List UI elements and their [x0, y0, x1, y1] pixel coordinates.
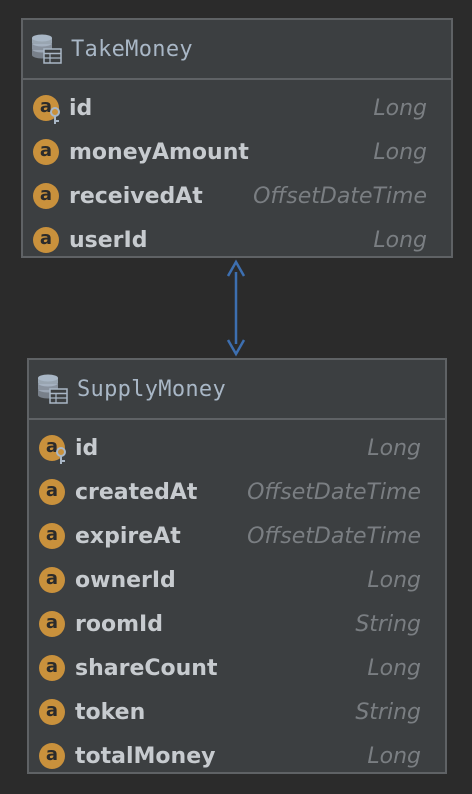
key-icon: [54, 447, 68, 465]
field-row[interactable]: a expireAt OffsetDateTime: [29, 514, 445, 558]
field-icon: a: [39, 699, 65, 725]
relation-arrow-up: [226, 259, 246, 277]
relation-arrow-down: [226, 339, 246, 357]
field-name: ownerId: [75, 567, 176, 593]
entity-supplymoney[interactable]: SupplyMoney a id Long a createdAt OffsetDateT…: [27, 358, 447, 774]
field-icon: a: [39, 567, 65, 593]
entity-takemoney[interactable]: TakeMoney a id Long a moneyAmount Long a receiv…: [21, 18, 453, 258]
field-name: totalMoney: [75, 743, 216, 769]
field-name: expireAt: [75, 523, 181, 549]
field-type: OffsetDateTime: [247, 523, 421, 549]
field-row[interactable]: a createdAt OffsetDateTime: [29, 470, 445, 514]
field-icon-letter: a: [39, 139, 53, 161]
field-icon: a: [33, 139, 59, 165]
field-icon-letter: a: [45, 655, 59, 677]
field-row[interactable]: a totalMoney Long: [29, 734, 445, 778]
field-list: a id Long a moneyAmount Long a receivedAt Offset…: [23, 80, 451, 262]
field-row[interactable]: a userId Long: [23, 218, 451, 262]
field-type: Long: [367, 655, 421, 681]
field-row[interactable]: a roomId String: [29, 602, 445, 646]
field-icon-letter: a: [45, 523, 59, 545]
field-type: OffsetDateTime: [247, 479, 421, 505]
field-name: id: [69, 95, 93, 121]
field-type: Long: [367, 743, 421, 769]
field-type: Long: [373, 95, 427, 121]
field-row[interactable]: a id Long: [23, 86, 451, 130]
table-icon: [35, 372, 69, 406]
field-name: roomId: [75, 611, 163, 637]
field-icon: a: [39, 523, 65, 549]
field-type: Long: [367, 567, 421, 593]
field-row[interactable]: a ownerId Long: [29, 558, 445, 602]
field-name: userId: [69, 227, 148, 253]
field-row[interactable]: a moneyAmount Long: [23, 130, 451, 174]
field-row[interactable]: a token String: [29, 690, 445, 734]
entity-header: SupplyMoney: [29, 360, 445, 420]
field-name: moneyAmount: [69, 139, 249, 165]
field-type: OffsetDateTime: [253, 183, 427, 209]
key-icon: [48, 107, 62, 125]
table-icon: [29, 32, 63, 66]
field-type: String: [355, 699, 421, 725]
field-type: String: [355, 611, 421, 637]
field-icon-letter: a: [45, 479, 59, 501]
field-icon-letter: a: [39, 227, 53, 249]
field-row[interactable]: a shareCount Long: [29, 646, 445, 690]
field-name: receivedAt: [69, 183, 203, 209]
field-icon: a: [39, 479, 65, 505]
entity-title: SupplyMoney: [77, 376, 226, 402]
field-icon-letter: a: [45, 567, 59, 589]
field-icon: a: [33, 227, 59, 253]
field-row[interactable]: a receivedAt OffsetDateTime: [23, 174, 451, 218]
field-type: Long: [373, 139, 427, 165]
field-icon-letter: a: [45, 699, 59, 721]
field-icon-letter: a: [45, 743, 59, 765]
field-icon-letter: a: [39, 183, 53, 205]
field-icon: a: [33, 183, 59, 209]
field-name: createdAt: [75, 479, 198, 505]
entity-title: TakeMoney: [71, 36, 193, 62]
field-icon: a: [39, 743, 65, 769]
field-type: Long: [373, 227, 427, 253]
field-list: a id Long a createdAt OffsetDateTime a expireAt…: [29, 420, 445, 778]
field-type: Long: [367, 435, 421, 461]
field-name: shareCount: [75, 655, 218, 681]
field-icon: a: [39, 611, 65, 637]
field-icon: a: [39, 655, 65, 681]
field-icon: a: [39, 435, 66, 464]
field-icon: a: [33, 95, 60, 124]
field-icon-letter: a: [45, 611, 59, 633]
entity-header: TakeMoney: [23, 20, 451, 80]
field-row[interactable]: a id Long: [29, 426, 445, 470]
field-name: id: [75, 435, 99, 461]
field-name: token: [75, 699, 146, 725]
